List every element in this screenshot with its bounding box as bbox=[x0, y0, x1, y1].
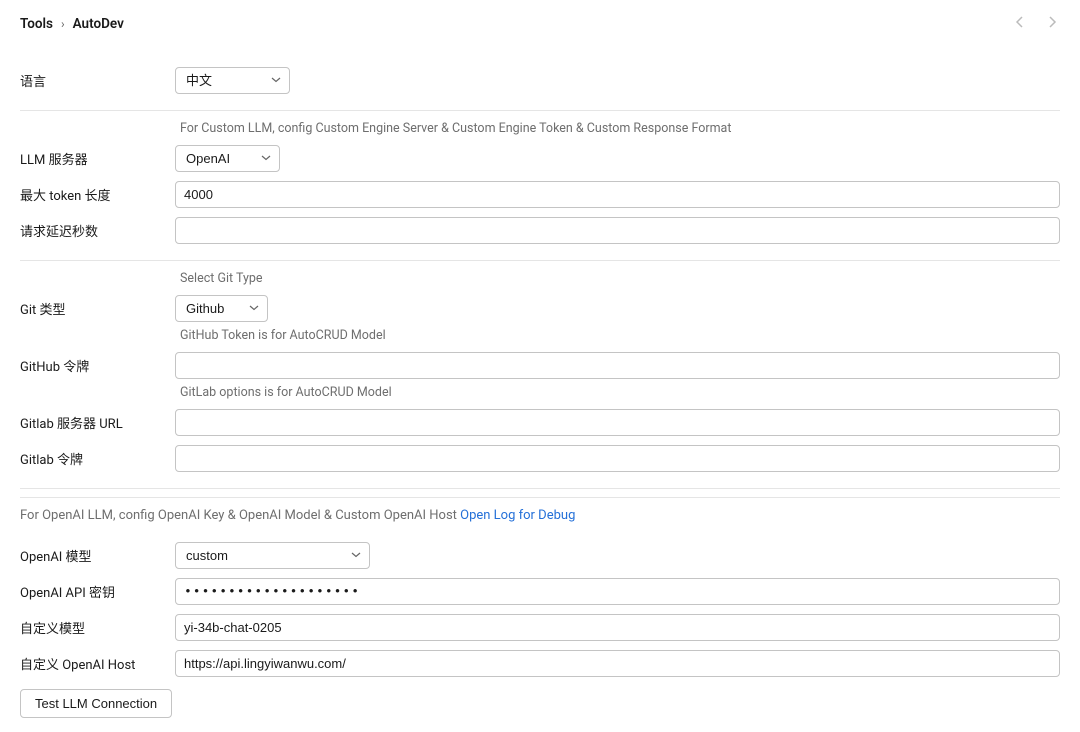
section-git: Select Git Type Git 类型 Github GitHub Tok… bbox=[20, 269, 1060, 489]
gitlab-url-label: Gitlab 服务器 URL bbox=[20, 413, 175, 432]
open-log-link[interactable]: Open Log for Debug bbox=[460, 508, 575, 523]
language-select[interactable]: 中文 bbox=[175, 67, 290, 94]
custom-host-label: 自定义 OpenAI Host bbox=[20, 654, 175, 673]
openai-api-key-input[interactable] bbox=[175, 578, 1060, 605]
github-token-label: GitHub 令牌 bbox=[20, 356, 175, 375]
section-llm: For Custom LLM, config Custom Engine Ser… bbox=[20, 119, 1060, 261]
breadcrumb-parent[interactable]: Tools bbox=[20, 16, 53, 32]
openai-info-text: For OpenAI LLM, config OpenAI Key & Open… bbox=[20, 508, 460, 523]
custom-host-input[interactable] bbox=[175, 650, 1060, 677]
git-type-hint: Select Git Type bbox=[175, 271, 263, 286]
delay-input[interactable] bbox=[175, 217, 1060, 244]
openai-api-key-label: OpenAI API 密钥 bbox=[20, 582, 175, 601]
llm-hint: For Custom LLM, config Custom Engine Ser… bbox=[175, 121, 731, 136]
breadcrumb: Tools › AutoDev bbox=[20, 16, 124, 32]
github-token-input[interactable] bbox=[175, 352, 1060, 379]
forward-icon[interactable] bbox=[1044, 14, 1060, 34]
openai-info-line: For OpenAI LLM, config OpenAI Key & Open… bbox=[20, 497, 1060, 537]
llm-server-label: LLM 服务器 bbox=[20, 149, 175, 168]
github-hint: GitHub Token is for AutoCRUD Model bbox=[175, 328, 386, 343]
git-type-label: Git 类型 bbox=[20, 299, 175, 318]
custom-model-input[interactable] bbox=[175, 614, 1060, 641]
gitlab-token-label: Gitlab 令牌 bbox=[20, 449, 175, 468]
delay-label: 请求延迟秒数 bbox=[20, 221, 175, 240]
openai-model-label: OpenAI 模型 bbox=[20, 546, 175, 565]
breadcrumb-current: AutoDev bbox=[73, 16, 124, 32]
gitlab-hint: GitLab options is for AutoCRUD Model bbox=[175, 385, 392, 400]
section-language: 语言 中文 bbox=[20, 62, 1060, 111]
openai-model-select[interactable]: custom bbox=[175, 542, 370, 569]
git-type-select[interactable]: Github bbox=[175, 295, 268, 322]
max-token-input[interactable] bbox=[175, 181, 1060, 208]
nav-arrows bbox=[1012, 14, 1060, 34]
gitlab-token-input[interactable] bbox=[175, 445, 1060, 472]
section-openai: OpenAI 模型 custom OpenAI API 密钥 自定义模型 自定义… bbox=[20, 537, 1060, 718]
custom-model-label: 自定义模型 bbox=[20, 618, 175, 637]
test-llm-button[interactable]: Test LLM Connection bbox=[20, 689, 172, 718]
gitlab-url-input[interactable] bbox=[175, 409, 1060, 436]
breadcrumb-separator: › bbox=[61, 17, 65, 31]
max-token-label: 最大 token 长度 bbox=[20, 185, 175, 204]
language-label: 语言 bbox=[20, 71, 175, 90]
back-icon[interactable] bbox=[1012, 14, 1028, 34]
llm-server-select[interactable]: OpenAI bbox=[175, 145, 280, 172]
header: Tools › AutoDev bbox=[20, 14, 1060, 34]
